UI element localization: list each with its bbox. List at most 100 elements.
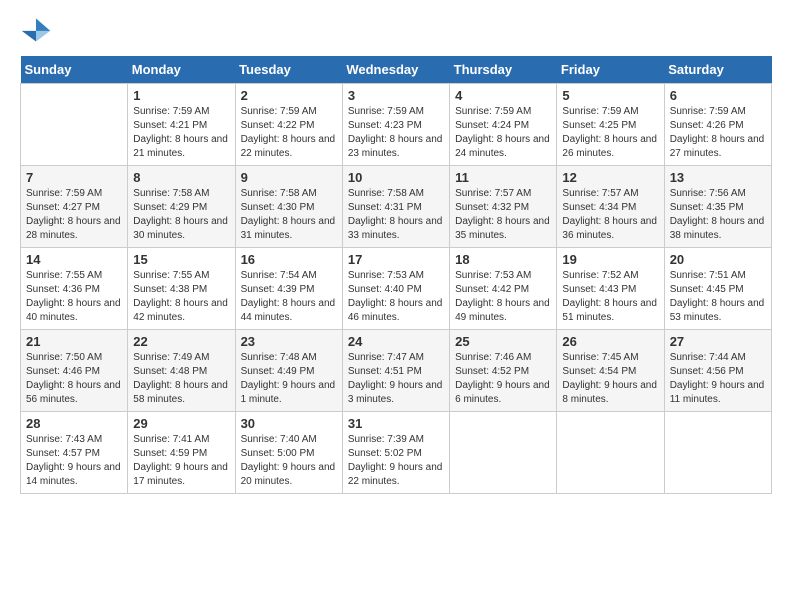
day-number: 5 <box>562 88 658 103</box>
day-header-saturday: Saturday <box>664 56 771 84</box>
day-number: 9 <box>241 170 337 185</box>
day-info: Sunrise: 7:59 AMSunset: 4:26 PMDaylight:… <box>670 105 766 161</box>
calendar-cell: 9 Sunrise: 7:58 AMSunset: 4:30 PMDayligh… <box>235 166 342 248</box>
calendar-cell: 2 Sunrise: 7:59 AMSunset: 4:22 PMDayligh… <box>235 84 342 166</box>
day-number: 17 <box>348 252 444 267</box>
calendar-cell <box>664 412 771 494</box>
day-number: 14 <box>26 252 122 267</box>
day-header-wednesday: Wednesday <box>342 56 449 84</box>
calendar-cell: 30 Sunrise: 7:40 AMSunset: 5:00 PMDaylig… <box>235 412 342 494</box>
day-info: Sunrise: 7:54 AMSunset: 4:39 PMDaylight:… <box>241 269 337 325</box>
day-number: 29 <box>133 416 229 431</box>
week-row-2: 7 Sunrise: 7:59 AMSunset: 4:27 PMDayligh… <box>21 166 772 248</box>
day-number: 18 <box>455 252 551 267</box>
day-number: 19 <box>562 252 658 267</box>
calendar-cell: 16 Sunrise: 7:54 AMSunset: 4:39 PMDaylig… <box>235 248 342 330</box>
logo <box>20 16 56 44</box>
calendar-cell: 15 Sunrise: 7:55 AMSunset: 4:38 PMDaylig… <box>128 248 235 330</box>
calendar-cell: 21 Sunrise: 7:50 AMSunset: 4:46 PMDaylig… <box>21 330 128 412</box>
day-info: Sunrise: 7:59 AMSunset: 4:24 PMDaylight:… <box>455 105 551 161</box>
calendar-cell <box>450 412 557 494</box>
calendar-cell: 1 Sunrise: 7:59 AMSunset: 4:21 PMDayligh… <box>128 84 235 166</box>
calendar-cell: 7 Sunrise: 7:59 AMSunset: 4:27 PMDayligh… <box>21 166 128 248</box>
day-info: Sunrise: 7:52 AMSunset: 4:43 PMDaylight:… <box>562 269 658 325</box>
day-info: Sunrise: 7:53 AMSunset: 4:42 PMDaylight:… <box>455 269 551 325</box>
calendar-cell: 28 Sunrise: 7:43 AMSunset: 4:57 PMDaylig… <box>21 412 128 494</box>
day-info: Sunrise: 7:51 AMSunset: 4:45 PMDaylight:… <box>670 269 766 325</box>
day-info: Sunrise: 7:39 AMSunset: 5:02 PMDaylight:… <box>348 433 444 489</box>
day-number: 26 <box>562 334 658 349</box>
calendar-cell: 24 Sunrise: 7:47 AMSunset: 4:51 PMDaylig… <box>342 330 449 412</box>
day-number: 6 <box>670 88 766 103</box>
day-info: Sunrise: 7:59 AMSunset: 4:25 PMDaylight:… <box>562 105 658 161</box>
calendar-cell: 22 Sunrise: 7:49 AMSunset: 4:48 PMDaylig… <box>128 330 235 412</box>
day-info: Sunrise: 7:48 AMSunset: 4:49 PMDaylight:… <box>241 351 337 407</box>
day-info: Sunrise: 7:59 AMSunset: 4:23 PMDaylight:… <box>348 105 444 161</box>
day-number: 12 <box>562 170 658 185</box>
day-number: 8 <box>133 170 229 185</box>
calendar-cell: 3 Sunrise: 7:59 AMSunset: 4:23 PMDayligh… <box>342 84 449 166</box>
day-info: Sunrise: 7:55 AMSunset: 4:36 PMDaylight:… <box>26 269 122 325</box>
day-info: Sunrise: 7:53 AMSunset: 4:40 PMDaylight:… <box>348 269 444 325</box>
calendar-cell: 11 Sunrise: 7:57 AMSunset: 4:32 PMDaylig… <box>450 166 557 248</box>
day-info: Sunrise: 7:44 AMSunset: 4:56 PMDaylight:… <box>670 351 766 407</box>
day-number: 11 <box>455 170 551 185</box>
calendar-cell: 27 Sunrise: 7:44 AMSunset: 4:56 PMDaylig… <box>664 330 771 412</box>
week-row-5: 28 Sunrise: 7:43 AMSunset: 4:57 PMDaylig… <box>21 412 772 494</box>
day-info: Sunrise: 7:43 AMSunset: 4:57 PMDaylight:… <box>26 433 122 489</box>
calendar-cell: 14 Sunrise: 7:55 AMSunset: 4:36 PMDaylig… <box>21 248 128 330</box>
day-info: Sunrise: 7:40 AMSunset: 5:00 PMDaylight:… <box>241 433 337 489</box>
day-header-sunday: Sunday <box>21 56 128 84</box>
page-header <box>20 16 772 44</box>
day-header-thursday: Thursday <box>450 56 557 84</box>
day-info: Sunrise: 7:41 AMSunset: 4:59 PMDaylight:… <box>133 433 229 489</box>
week-row-4: 21 Sunrise: 7:50 AMSunset: 4:46 PMDaylig… <box>21 330 772 412</box>
calendar-cell: 12 Sunrise: 7:57 AMSunset: 4:34 PMDaylig… <box>557 166 664 248</box>
day-number: 21 <box>26 334 122 349</box>
day-info: Sunrise: 7:59 AMSunset: 4:22 PMDaylight:… <box>241 105 337 161</box>
calendar-cell <box>21 84 128 166</box>
day-number: 20 <box>670 252 766 267</box>
day-info: Sunrise: 7:59 AMSunset: 4:21 PMDaylight:… <box>133 105 229 161</box>
day-number: 2 <box>241 88 337 103</box>
calendar-cell: 26 Sunrise: 7:45 AMSunset: 4:54 PMDaylig… <box>557 330 664 412</box>
calendar-cell: 5 Sunrise: 7:59 AMSunset: 4:25 PMDayligh… <box>557 84 664 166</box>
day-info: Sunrise: 7:58 AMSunset: 4:31 PMDaylight:… <box>348 187 444 243</box>
logo-icon <box>20 16 52 44</box>
calendar-cell: 20 Sunrise: 7:51 AMSunset: 4:45 PMDaylig… <box>664 248 771 330</box>
day-number: 23 <box>241 334 337 349</box>
day-info: Sunrise: 7:55 AMSunset: 4:38 PMDaylight:… <box>133 269 229 325</box>
calendar-cell: 23 Sunrise: 7:48 AMSunset: 4:49 PMDaylig… <box>235 330 342 412</box>
calendar-cell: 8 Sunrise: 7:58 AMSunset: 4:29 PMDayligh… <box>128 166 235 248</box>
calendar-cell: 17 Sunrise: 7:53 AMSunset: 4:40 PMDaylig… <box>342 248 449 330</box>
week-row-3: 14 Sunrise: 7:55 AMSunset: 4:36 PMDaylig… <box>21 248 772 330</box>
calendar-cell: 4 Sunrise: 7:59 AMSunset: 4:24 PMDayligh… <box>450 84 557 166</box>
header-row: SundayMondayTuesdayWednesdayThursdayFrid… <box>21 56 772 84</box>
day-number: 24 <box>348 334 444 349</box>
calendar-cell: 10 Sunrise: 7:58 AMSunset: 4:31 PMDaylig… <box>342 166 449 248</box>
calendar-cell: 29 Sunrise: 7:41 AMSunset: 4:59 PMDaylig… <box>128 412 235 494</box>
day-info: Sunrise: 7:58 AMSunset: 4:29 PMDaylight:… <box>133 187 229 243</box>
calendar-cell: 19 Sunrise: 7:52 AMSunset: 4:43 PMDaylig… <box>557 248 664 330</box>
day-header-monday: Monday <box>128 56 235 84</box>
day-number: 7 <box>26 170 122 185</box>
day-number: 16 <box>241 252 337 267</box>
day-header-friday: Friday <box>557 56 664 84</box>
day-number: 13 <box>670 170 766 185</box>
day-number: 1 <box>133 88 229 103</box>
calendar-cell <box>557 412 664 494</box>
day-number: 27 <box>670 334 766 349</box>
calendar-cell: 31 Sunrise: 7:39 AMSunset: 5:02 PMDaylig… <box>342 412 449 494</box>
day-number: 4 <box>455 88 551 103</box>
calendar-cell: 6 Sunrise: 7:59 AMSunset: 4:26 PMDayligh… <box>664 84 771 166</box>
day-number: 25 <box>455 334 551 349</box>
day-info: Sunrise: 7:47 AMSunset: 4:51 PMDaylight:… <box>348 351 444 407</box>
day-number: 15 <box>133 252 229 267</box>
week-row-1: 1 Sunrise: 7:59 AMSunset: 4:21 PMDayligh… <box>21 84 772 166</box>
calendar-cell: 25 Sunrise: 7:46 AMSunset: 4:52 PMDaylig… <box>450 330 557 412</box>
day-number: 31 <box>348 416 444 431</box>
calendar-cell: 18 Sunrise: 7:53 AMSunset: 4:42 PMDaylig… <box>450 248 557 330</box>
day-info: Sunrise: 7:46 AMSunset: 4:52 PMDaylight:… <box>455 351 551 407</box>
day-number: 30 <box>241 416 337 431</box>
day-info: Sunrise: 7:59 AMSunset: 4:27 PMDaylight:… <box>26 187 122 243</box>
